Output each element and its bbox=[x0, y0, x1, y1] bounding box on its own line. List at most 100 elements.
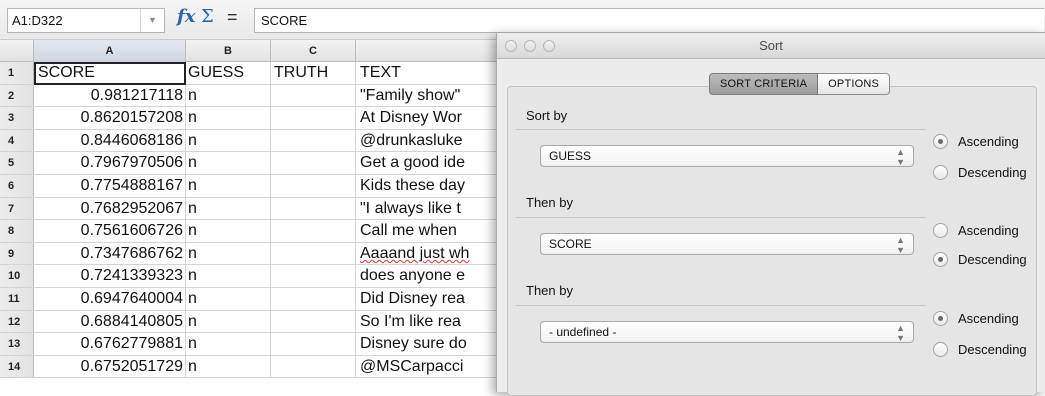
stepper-arrows-icon: ▲ ▼ bbox=[896, 323, 905, 343]
then-by-label: Then by bbox=[526, 283, 573, 298]
divider bbox=[516, 305, 926, 306]
cell[interactable] bbox=[271, 310, 356, 333]
then-by-1-ascending-option[interactable]: Ascending bbox=[933, 220, 1019, 240]
descending-label: Descending bbox=[958, 251, 1027, 267]
tab-options[interactable]: OPTIONS bbox=[818, 73, 891, 95]
cell[interactable] bbox=[271, 265, 356, 287]
cell[interactable] bbox=[271, 220, 356, 242]
cell[interactable]: 0.7561606726 bbox=[34, 220, 186, 242]
row-number[interactable]: 9 bbox=[0, 242, 34, 265]
row-number[interactable]: 8 bbox=[0, 220, 34, 242]
row-number[interactable]: 3 bbox=[0, 107, 34, 129]
descending-label: Descending bbox=[958, 164, 1027, 180]
row-number[interactable]: 5 bbox=[0, 152, 34, 174]
row-number[interactable]: 10 bbox=[0, 265, 34, 287]
cell[interactable]: n bbox=[186, 333, 271, 355]
cell[interactable]: 0.7241339323 bbox=[34, 265, 186, 287]
name-box[interactable]: A1:D322 ▼ bbox=[7, 8, 165, 33]
sort-dialog: Sort Sort by GUESS ▲ ▼ Ascending Descendi… bbox=[496, 32, 1045, 396]
cell[interactable] bbox=[271, 152, 356, 174]
cell[interactable] bbox=[271, 355, 356, 378]
then-by-value: SCORE bbox=[549, 237, 592, 251]
column-header-c[interactable]: C bbox=[271, 40, 356, 62]
cell[interactable]: n bbox=[186, 310, 271, 333]
cell[interactable]: 0.6762779881 bbox=[34, 333, 186, 355]
formula-input[interactable]: SCORE bbox=[254, 8, 1044, 33]
sort-by-descending-option[interactable]: Descending bbox=[933, 162, 1027, 182]
row-number[interactable]: 4 bbox=[0, 129, 34, 152]
row-number[interactable]: 12 bbox=[0, 310, 34, 333]
then-by-2-descending-option[interactable]: Descending bbox=[933, 339, 1027, 359]
cell[interactable]: 0.7347686762 bbox=[34, 242, 186, 265]
sort-by-select[interactable]: GUESS ▲ ▼ bbox=[540, 145, 914, 167]
sort-by-value: GUESS bbox=[549, 149, 592, 163]
cell[interactable] bbox=[271, 197, 356, 220]
ascending-label: Ascending bbox=[958, 133, 1019, 149]
dialog-title: Sort bbox=[759, 38, 783, 53]
sort-by-ascending-option[interactable]: Ascending bbox=[933, 131, 1019, 151]
stepper-arrows-icon: ▲ ▼ bbox=[896, 235, 905, 255]
cell[interactable]: n bbox=[186, 242, 271, 265]
cell[interactable]: n bbox=[186, 265, 271, 287]
then-by-value: - undefined - bbox=[549, 325, 617, 339]
function-wizard-icon[interactable]: fx bbox=[177, 6, 195, 27]
cell[interactable] bbox=[271, 333, 356, 355]
divider bbox=[516, 129, 926, 130]
radio-unselected-icon[interactable] bbox=[933, 164, 948, 180]
cell[interactable]: n bbox=[186, 287, 271, 310]
then-by-2-ascending-option[interactable]: Ascending bbox=[933, 308, 1019, 328]
radio-selected-icon[interactable] bbox=[933, 310, 948, 326]
row-number[interactable]: 7 bbox=[0, 197, 34, 220]
cell[interactable] bbox=[271, 107, 356, 129]
cell[interactable] bbox=[271, 84, 356, 107]
tab-sort-criteria[interactable]: SORT CRITERIA bbox=[709, 73, 819, 95]
then-by-select-1[interactable]: SCORE ▲ ▼ bbox=[540, 233, 914, 255]
cell[interactable]: TRUTH bbox=[271, 62, 356, 84]
select-all-corner[interactable] bbox=[0, 40, 34, 62]
cell[interactable]: n bbox=[186, 355, 271, 378]
row-number[interactable]: 2 bbox=[0, 84, 34, 107]
cell[interactable]: 0.6884140805 bbox=[34, 310, 186, 333]
cell[interactable]: n bbox=[186, 220, 271, 242]
radio-selected-icon[interactable] bbox=[933, 133, 948, 149]
ascending-label: Ascending bbox=[958, 222, 1019, 238]
cell[interactable]: 0.981217118 bbox=[34, 84, 186, 107]
cell[interactable]: n bbox=[186, 84, 271, 107]
radio-selected-icon[interactable] bbox=[933, 251, 948, 267]
row-number[interactable]: 13 bbox=[0, 333, 34, 355]
cell[interactable]: 0.8620157208 bbox=[34, 107, 186, 129]
sort-criteria-panel: Sort by GUESS ▲ ▼ Ascending Descending Th… bbox=[507, 86, 1037, 396]
cell[interactable]: 0.7967970506 bbox=[34, 152, 186, 174]
cell[interactable]: 0.6947640004 bbox=[34, 287, 186, 310]
equals-icon[interactable]: = bbox=[227, 7, 238, 28]
descending-label: Descending bbox=[958, 341, 1027, 357]
cell[interactable]: 0.8446068186 bbox=[34, 129, 186, 152]
dialog-titlebar[interactable]: Sort bbox=[497, 33, 1045, 59]
cell[interactable]: GUESS bbox=[186, 62, 271, 84]
row-number[interactable]: 1 bbox=[0, 62, 34, 84]
chevron-down-icon[interactable]: ▼ bbox=[140, 9, 164, 32]
cell[interactable]: SCORE bbox=[34, 62, 186, 84]
column-header-b[interactable]: B bbox=[186, 40, 271, 62]
row-number[interactable]: 11 bbox=[0, 287, 34, 310]
cell[interactable] bbox=[271, 287, 356, 310]
cell[interactable]: n bbox=[186, 174, 271, 197]
sum-icon[interactable]: Σ bbox=[201, 6, 214, 27]
radio-unselected-icon[interactable] bbox=[933, 341, 948, 357]
cell[interactable]: n bbox=[186, 107, 271, 129]
cell[interactable]: n bbox=[186, 152, 271, 174]
cell[interactable] bbox=[271, 174, 356, 197]
cell[interactable] bbox=[271, 242, 356, 265]
cell[interactable]: 0.6752051729 bbox=[34, 355, 186, 378]
then-by-select-2[interactable]: - undefined - ▲ ▼ bbox=[540, 321, 914, 343]
cell[interactable]: 0.7754888167 bbox=[34, 174, 186, 197]
cell[interactable]: n bbox=[186, 129, 271, 152]
cell[interactable]: 0.7682952067 bbox=[34, 197, 186, 220]
row-number[interactable]: 14 bbox=[0, 355, 34, 378]
row-number[interactable]: 6 bbox=[0, 174, 34, 197]
radio-unselected-icon[interactable] bbox=[933, 222, 948, 238]
cell[interactable] bbox=[271, 129, 356, 152]
then-by-1-descending-option[interactable]: Descending bbox=[933, 249, 1027, 269]
cell[interactable]: n bbox=[186, 197, 271, 220]
column-header-a[interactable]: A bbox=[34, 40, 186, 62]
